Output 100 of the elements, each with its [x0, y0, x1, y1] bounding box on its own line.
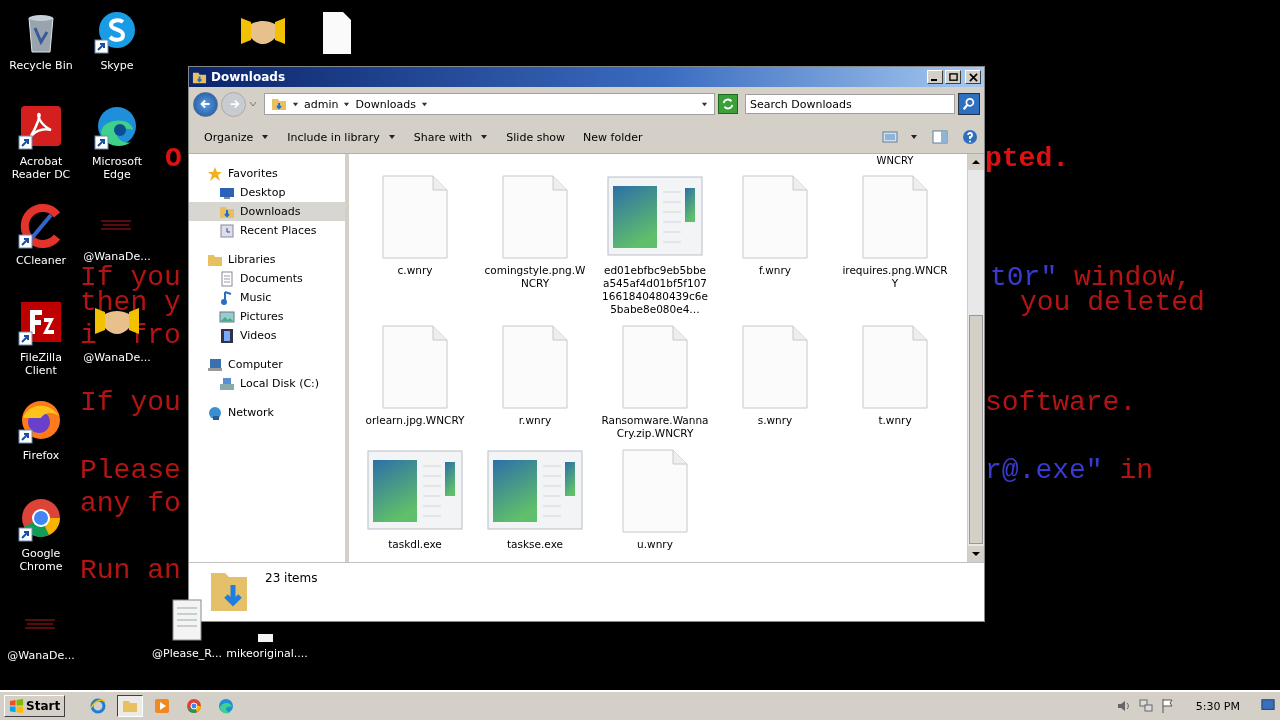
desktop-icon-label[interactable]: FileZilla Client [4, 351, 78, 377]
volume-icon[interactable] [1115, 698, 1132, 714]
scroll-up-icon[interactable] [968, 154, 984, 170]
file-name[interactable]: Ransomware.WannaCry.zip.WNCRY [601, 414, 709, 440]
caret-icon[interactable] [343, 100, 351, 108]
desktop-icon-label[interactable]: Firefox [22, 449, 60, 462]
file-name[interactable]: u.wnry [601, 538, 709, 551]
minimize-icon [931, 79, 937, 81]
file-name[interactable]: comingstyle.png.WNCRY [481, 264, 589, 290]
caret-icon[interactable] [420, 100, 428, 108]
application-icon[interactable] [607, 176, 703, 256]
browser-icon [186, 698, 203, 714]
desktop-icon-label[interactable]: Acrobat Reader DC [4, 155, 78, 181]
file-name[interactable]: orlearn.jpg.WNCRY [361, 414, 469, 427]
clock-icon [219, 222, 235, 239]
desktop-icon-label[interactable]: @WanaDe... [7, 649, 75, 662]
file-name[interactable]: f.wnry [721, 264, 829, 277]
desktop-icon-label[interactable]: Microsoft Edge [80, 155, 154, 181]
globe-icon [207, 404, 223, 421]
disk-icon [219, 375, 235, 392]
nav-item[interactable]: Videos [189, 326, 345, 345]
toolbar-button[interactable]: New folder [576, 126, 650, 148]
network-icon[interactable] [1137, 698, 1154, 714]
minimize-button[interactable] [927, 70, 943, 84]
windows-logo-icon [9, 698, 24, 714]
wallpaper-text: r@.exe" in [985, 459, 1154, 483]
application-icon[interactable] [487, 450, 583, 530]
nav-item[interactable]: Libraries [189, 250, 345, 269]
image-icon [219, 308, 235, 325]
desktop-icon-label[interactable]: @WanaDe... [83, 351, 151, 364]
nav-item[interactable]: Downloads [189, 202, 345, 221]
close-button[interactable] [965, 70, 981, 84]
file-name[interactable]: c.wnry [361, 264, 469, 277]
toolbar-button[interactable]: Slide show [499, 126, 573, 148]
nav-item[interactable]: Recent Places [189, 221, 345, 240]
help-icon[interactable] [962, 129, 978, 145]
file-name[interactable]: taskdl.exe [361, 538, 469, 551]
toolbar-button[interactable]: Organize [197, 126, 277, 148]
breadcrumb[interactable]: Downloads [355, 97, 416, 111]
desktop-icon-label[interactable]: Google Chrome [4, 547, 78, 573]
address-bar[interactable]: admin Downloads [264, 93, 715, 115]
desktop-icon-label[interactable]: CCleaner [15, 254, 67, 267]
toolbar-button[interactable]: Include in library [280, 126, 403, 148]
document-icon [219, 270, 235, 287]
maximize-icon [948, 72, 958, 82]
desktop-icon-label[interactable]: Skype [100, 59, 134, 72]
nav-item[interactable]: Desktop [189, 183, 345, 202]
maximize-button[interactable] [945, 70, 961, 84]
application-icon[interactable] [367, 450, 463, 530]
search-button[interactable] [958, 93, 980, 115]
file-name[interactable]: irequires.png.WNCRY [841, 264, 949, 290]
nav-item[interactable]: Pictures [189, 307, 345, 326]
monitor-icon [1260, 697, 1276, 712]
caret-icon[interactable] [292, 100, 299, 108]
wallpaper-text: software. [985, 391, 1137, 415]
breadcrumb[interactable]: admin [304, 97, 339, 111]
wallpaper-text: you deleted [1020, 291, 1205, 315]
file-name[interactable]: s.wnry [721, 414, 829, 427]
scrollbar[interactable] [967, 154, 984, 562]
close-icon [968, 72, 978, 82]
scroll-down-icon[interactable] [968, 546, 984, 562]
clock[interactable]: 5:30 PM [1195, 699, 1240, 713]
caret-icon[interactable] [701, 100, 708, 108]
nav-item[interactable]: Music [189, 288, 345, 307]
wallpaper-text: If you [80, 266, 181, 290]
desktop-icon-label[interactable]: Recycle Bin [9, 59, 73, 72]
desktop-icon-label[interactable]: @WanaDe... [83, 250, 151, 263]
nav-item[interactable]: Network [189, 403, 345, 422]
toolbar-button[interactable]: Share with [406, 126, 496, 148]
wallpaper-text: pted. [985, 147, 1069, 171]
caret-icon[interactable] [910, 133, 918, 141]
nav-item[interactable]: Documents [189, 269, 345, 288]
desktop-icon-label[interactable]: @Please_R... [152, 647, 222, 660]
refresh-icon [721, 97, 735, 111]
refresh-button[interactable] [718, 94, 738, 114]
flag-icon[interactable] [1159, 698, 1176, 714]
file-name[interactable]: r.wnry [481, 414, 589, 427]
film-icon [219, 327, 235, 344]
nav-item[interactable]: Local Disk (C:) [189, 374, 345, 393]
search-field[interactable]: Search Downloads [745, 94, 955, 114]
star-icon [207, 165, 223, 182]
taskbar-button[interactable] [117, 695, 144, 717]
caret-icon [480, 133, 489, 141]
dropdown-caret-icon[interactable] [249, 100, 257, 108]
desktop-icon-label[interactable]: mikeoriginal.... [226, 647, 308, 660]
file-name[interactable]: ed01ebfbc9eb5bbea545af4d01bf5f1071661840480439c6e5babe8e080e4… [601, 264, 709, 316]
scroll-thumb[interactable] [969, 315, 983, 544]
nav-item[interactable]: Computer [189, 355, 345, 374]
folder-icon [271, 96, 287, 112]
wallpaper-text: If you [80, 391, 181, 415]
back-button[interactable] [193, 91, 218, 117]
browser-icon [90, 698, 107, 714]
start-button[interactable]: Start [4, 695, 66, 717]
wallpaper-text: O [165, 147, 182, 171]
nav-item[interactable]: Favorites [189, 164, 345, 183]
back-arrow-icon [198, 97, 213, 111]
search-icon [962, 97, 976, 111]
wallpaper-text: any fo [80, 492, 181, 516]
file-name[interactable]: t.wnry [841, 414, 949, 427]
file-name[interactable]: taskse.exe [481, 538, 589, 551]
